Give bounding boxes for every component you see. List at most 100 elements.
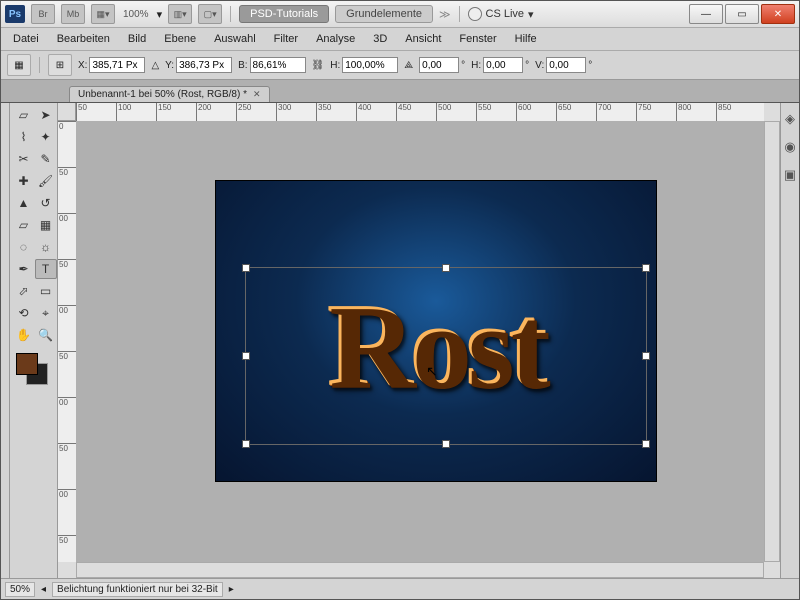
title-bar: Ps Br Mb ▦▾ 100%▾ ▥▾ ▢▾ PSD-Tutorials Gr… xyxy=(1,1,799,28)
handle-tc[interactable] xyxy=(442,264,450,272)
minimize-button[interactable]: — xyxy=(689,4,723,24)
reference-point-icon[interactable]: ⊞ xyxy=(48,54,72,76)
document-tab-label: Unbenannt-1 bei 50% (Rost, RGB/8) * xyxy=(78,89,247,100)
y-label: Y: xyxy=(165,60,174,71)
layout-button[interactable]: ▦▾ xyxy=(91,4,115,24)
workspace-grundelemente[interactable]: Grundelemente xyxy=(335,5,433,23)
x-input[interactable] xyxy=(89,57,145,73)
toolbox: ▱➤ ⌇✦ ✂✎ ✚🖌 ▲↺ ▱▦ ◌☼ ✒T ⬀▭ ⟲⌖ ✋🔍 xyxy=(10,103,58,578)
w-label: B: xyxy=(238,60,247,71)
zoom-tool[interactable]: 🔍 xyxy=(35,325,57,345)
close-button[interactable]: ✕ xyxy=(761,4,795,24)
angle-input[interactable] xyxy=(419,57,459,73)
handle-bc[interactable] xyxy=(442,440,450,448)
ruler-horizontal[interactable]: 5010015020025030035040045050055060065070… xyxy=(76,103,764,122)
zoom-level[interactable]: 100% xyxy=(121,9,151,20)
eraser-tool[interactable]: ▱ xyxy=(13,215,35,235)
hand-tool[interactable]: ✋ xyxy=(13,325,35,345)
blur-tool[interactable]: ◌ xyxy=(13,237,35,257)
menu-filter[interactable]: Filter xyxy=(266,31,306,47)
lasso-tool[interactable]: ⌇ xyxy=(13,127,35,147)
status-arrow-left[interactable]: ◂ xyxy=(41,584,46,595)
skew-v-input[interactable] xyxy=(546,57,586,73)
menu-bearbeiten[interactable]: Bearbeiten xyxy=(49,31,118,47)
h-input[interactable] xyxy=(342,57,398,73)
3d-tool[interactable]: ⟲ xyxy=(13,303,35,323)
minibridge-button[interactable]: Mb xyxy=(61,4,85,24)
close-tab-icon[interactable]: ✕ xyxy=(253,89,261,100)
skew-h-input[interactable] xyxy=(483,57,523,73)
move-tool-arrow[interactable]: ➤ xyxy=(35,105,57,125)
history-brush[interactable]: ↺ xyxy=(35,193,57,213)
maximize-button[interactable]: ▭ xyxy=(725,4,759,24)
status-zoom[interactable]: 50% xyxy=(5,582,35,597)
menu-analyse[interactable]: Analyse xyxy=(308,31,363,47)
paths-panel-icon[interactable]: ▣ xyxy=(782,167,798,183)
menu-3d[interactable]: 3D xyxy=(365,31,395,47)
status-bar: 50% ◂ Belichtung funktioniert nur bei 32… xyxy=(1,578,799,599)
dodge-tool[interactable]: ☼ xyxy=(35,237,57,257)
gradient-tool[interactable]: ▦ xyxy=(35,215,57,235)
color-swatches[interactable] xyxy=(12,351,52,385)
cs-live[interactable]: CS Live ▾ xyxy=(468,7,534,21)
crop-tool[interactable]: ✂ xyxy=(13,149,35,169)
transform-tool-icon[interactable]: ▦ xyxy=(7,54,31,76)
h-label: H: xyxy=(330,60,340,71)
menu-datei[interactable]: Datei xyxy=(5,31,47,47)
app-logo: Ps xyxy=(5,5,25,23)
menu-ansicht[interactable]: Ansicht xyxy=(397,31,449,47)
eyedropper-tool[interactable]: ✎ xyxy=(35,149,57,169)
3d-camera[interactable]: ⌖ xyxy=(35,303,57,323)
handle-ml[interactable] xyxy=(242,352,250,360)
bridge-button[interactable]: Br xyxy=(31,4,55,24)
delta-icon: △ xyxy=(151,60,159,71)
scrollbar-horizontal[interactable] xyxy=(76,562,764,578)
document-tab[interactable]: Unbenannt-1 bei 50% (Rost, RGB/8) * ✕ xyxy=(69,86,270,102)
menu-hilfe[interactable]: Hilfe xyxy=(507,31,545,47)
brush-tool[interactable]: 🖌 xyxy=(35,171,57,191)
document-tabs: Unbenannt-1 bei 50% (Rost, RGB/8) * ✕ xyxy=(1,80,799,103)
handle-tr[interactable] xyxy=(642,264,650,272)
canvas-viewport[interactable]: Rost ↖ xyxy=(76,121,764,562)
workspace-psd-tutorials[interactable]: PSD-Tutorials xyxy=(239,5,329,23)
transform-bounding-box[interactable] xyxy=(245,267,647,445)
status-message: Belichtung funktioniert nur bei 32-Bit xyxy=(52,582,223,597)
workspace-more[interactable]: ≫ xyxy=(439,8,451,21)
screenmode-button[interactable]: ▢▾ xyxy=(198,4,222,24)
handle-bl[interactable] xyxy=(242,440,250,448)
wand-tool[interactable]: ✦ xyxy=(35,127,57,147)
menu-ebene[interactable]: Ebene xyxy=(156,31,204,47)
menu-bar: Datei Bearbeiten Bild Ebene Auswahl Filt… xyxy=(1,28,799,51)
right-dock-strip[interactable]: ◈ ◉ ▣ xyxy=(780,103,799,578)
left-dock-strip[interactable] xyxy=(1,103,10,578)
ruler-vertical[interactable]: 0500050005000500050 xyxy=(58,121,77,562)
arrange-button[interactable]: ▥▾ xyxy=(168,4,192,24)
w-input[interactable] xyxy=(250,57,306,73)
layers-panel-icon[interactable]: ◈ xyxy=(782,111,798,127)
type-tool[interactable]: T xyxy=(35,259,57,279)
stamp-tool[interactable]: ▲ xyxy=(13,193,35,213)
pen-tool[interactable]: ✒ xyxy=(13,259,35,279)
ruler-corner xyxy=(58,103,76,121)
handle-br[interactable] xyxy=(642,440,650,448)
skew-v-label: V: xyxy=(535,60,544,71)
angle-icon: ⟁ xyxy=(404,60,413,71)
menu-auswahl[interactable]: Auswahl xyxy=(206,31,264,47)
status-arrow-right[interactable]: ▸ xyxy=(229,584,234,595)
handle-mr[interactable] xyxy=(642,352,650,360)
options-bar: ▦ ⊞ X: △ Y: B: ⛓ H: ⟁ ° H:° V:° xyxy=(1,51,799,80)
menu-bild[interactable]: Bild xyxy=(120,31,154,47)
heal-tool[interactable]: ✚ xyxy=(13,171,35,191)
path-tool[interactable]: ⬀ xyxy=(13,281,35,301)
move-tool[interactable]: ▱ xyxy=(13,105,35,125)
link-icon[interactable]: ⛓ xyxy=(312,60,325,71)
cursor-icon: ↖ xyxy=(426,363,438,380)
y-input[interactable] xyxy=(176,57,232,73)
menu-fenster[interactable]: Fenster xyxy=(451,31,504,47)
x-label: X: xyxy=(78,60,87,71)
shape-tool[interactable]: ▭ xyxy=(35,281,57,301)
foreground-color[interactable] xyxy=(16,353,38,375)
handle-tl[interactable] xyxy=(242,264,250,272)
channels-panel-icon[interactable]: ◉ xyxy=(782,139,798,155)
scrollbar-vertical[interactable] xyxy=(764,121,780,562)
